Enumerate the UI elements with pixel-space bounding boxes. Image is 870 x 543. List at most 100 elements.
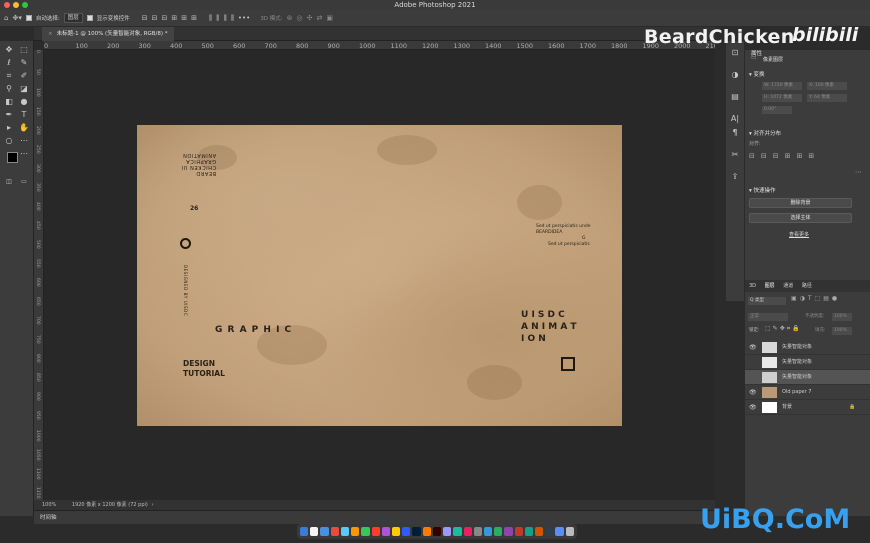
- 3d-pan-icon[interactable]: ✣: [307, 14, 313, 22]
- layer-visibility-icon[interactable]: 👁: [749, 340, 757, 355]
- move-tool-options-icon[interactable]: ✥▾: [12, 14, 21, 22]
- pen-tool-icon[interactable]: ✒: [3, 109, 15, 120]
- dock-app-icon[interactable]: [514, 527, 523, 536]
- align-middle-icon[interactable]: ⊞: [181, 14, 187, 22]
- timeline-panel-header[interactable]: 时间轴: [34, 510, 715, 524]
- show-transform-checkbox[interactable]: [86, 15, 93, 21]
- layer-filter-icons[interactable]: ▣◑T⬚▤●: [791, 295, 840, 302]
- dock-app-icon[interactable]: [310, 527, 319, 536]
- layer-filter-dropdown[interactable]: Q 类型: [748, 297, 786, 305]
- more-tools-icon[interactable]: ⋯: [18, 135, 30, 146]
- angle-field[interactable]: 0.00°: [762, 106, 792, 114]
- dock-app-icon[interactable]: [565, 527, 574, 536]
- quick-select-tool-icon[interactable]: ✎: [18, 57, 30, 68]
- path-select-tool-icon[interactable]: ▸: [3, 122, 15, 133]
- dock-app-icon[interactable]: [340, 527, 350, 536]
- 3d-roll-icon[interactable]: ◎: [297, 14, 303, 22]
- dock-app-icon[interactable]: [381, 527, 390, 536]
- crop-tool-icon[interactable]: ⌗: [3, 70, 15, 81]
- close-tab-icon[interactable]: ×: [48, 31, 53, 37]
- tab-layers[interactable]: 图层: [765, 283, 775, 289]
- foreground-color-swatch[interactable]: [7, 152, 18, 163]
- tools-preset-icon[interactable]: ✂: [729, 149, 741, 160]
- select-subject-button[interactable]: 选择主体: [749, 213, 852, 223]
- export-panel-icon[interactable]: ⇪: [729, 171, 741, 182]
- auto-select-dropdown[interactable]: 图层: [63, 13, 83, 23]
- layer-row[interactable]: 👁 矢量智能对象: [745, 340, 870, 355]
- layer-row[interactable]: 👁 Old paper 7: [745, 385, 870, 400]
- 3d-scale-icon[interactable]: ▣: [326, 14, 333, 22]
- lock-icons[interactable]: ⬚✎✥⌗🔒: [765, 325, 802, 333]
- dock-app-icon[interactable]: [504, 527, 513, 536]
- quick-actions-title[interactable]: ▾ 快速操作: [749, 186, 776, 194]
- paragraph-panel-icon[interactable]: ¶: [729, 127, 741, 138]
- dock-app-icon[interactable]: [371, 527, 380, 536]
- dock-app-icon[interactable]: [300, 527, 309, 536]
- blend-mode-dropdown[interactable]: 正常: [748, 313, 788, 321]
- width-field[interactable]: W: 1720 像素: [762, 82, 802, 90]
- lasso-tool-icon[interactable]: ℓ: [3, 57, 15, 68]
- layer-row[interactable]: 矢量智能对象: [745, 370, 870, 385]
- layer-row[interactable]: 矢量智能对象: [745, 355, 870, 370]
- dock-app-icon[interactable]: [443, 527, 452, 536]
- dock-app-icon[interactable]: [545, 527, 554, 536]
- document-info[interactable]: 1920 像素 x 1200 像素 (72 ppi): [72, 502, 148, 508]
- remove-background-button[interactable]: 删除背景: [749, 198, 852, 208]
- tab-channels[interactable]: 通道: [783, 283, 793, 289]
- distribute-icon-4[interactable]: ⫼: [231, 14, 234, 23]
- dock-app-icon[interactable]: [432, 527, 442, 536]
- distribute-icon[interactable]: ⫼: [209, 14, 212, 23]
- align-right-icon[interactable]: ⊟: [161, 14, 167, 22]
- layer-row[interactable]: 👁 背景 🔒: [745, 400, 870, 415]
- shape-tool-icon[interactable]: ○: [3, 135, 15, 146]
- dock-app-icon[interactable]: [351, 527, 360, 536]
- dock-app-icon[interactable]: [524, 527, 534, 536]
- screen-mode-icon[interactable]: ▭: [18, 176, 30, 187]
- dock-app-icon[interactable]: [330, 527, 339, 536]
- opacity-field[interactable]: 100%: [832, 313, 852, 321]
- dock-app-icon[interactable]: [391, 527, 401, 536]
- document-tab[interactable]: × 未标题-1 @ 100% (矢量智能对象, RGB/8) *: [42, 27, 174, 41]
- dock-app-icon[interactable]: [412, 527, 421, 536]
- distribute-icon-3[interactable]: ⫼: [223, 14, 226, 23]
- align-center-icon[interactable]: ⊟: [152, 14, 158, 22]
- dock-app-icon[interactable]: [453, 527, 462, 536]
- y-field[interactable]: Y: 64 像素: [807, 94, 847, 102]
- eraser-tool-icon[interactable]: ◪: [18, 83, 30, 94]
- distribute-icon-2[interactable]: ⫼: [216, 14, 219, 23]
- document-canvas-paper[interactable]: BEARD CHICKEN UI GRAPHICA ANIMATION 26 DESI…: [137, 125, 622, 426]
- fill-field[interactable]: 100%: [832, 327, 852, 335]
- home-icon[interactable]: ⌂: [4, 14, 8, 22]
- dock-app-icon[interactable]: [361, 527, 370, 536]
- zoom-level[interactable]: 100%: [42, 502, 56, 508]
- 3d-slide-icon[interactable]: ⇄: [317, 14, 323, 22]
- history-panel-icon[interactable]: ⊡: [729, 47, 741, 58]
- color-panel-icon[interactable]: ◑: [729, 69, 741, 80]
- layer-visibility-icon[interactable]: 👁: [749, 400, 757, 415]
- quick-mask-icon[interactable]: ◫: [3, 176, 15, 187]
- marquee-tool-icon[interactable]: ⬚: [18, 44, 30, 55]
- tab-3d[interactable]: 3D: [749, 283, 756, 289]
- dock-app-icon[interactable]: [320, 527, 329, 536]
- dock-app-icon[interactable]: [463, 527, 472, 536]
- move-tool-icon[interactable]: ✥: [3, 44, 15, 55]
- auto-select-checkbox[interactable]: [25, 15, 32, 21]
- tab-paths[interactable]: 路径: [802, 283, 812, 289]
- brush-tool-icon[interactable]: ✐: [18, 70, 30, 81]
- character-panel-icon[interactable]: A|: [729, 113, 741, 124]
- 3d-orbit-icon[interactable]: ⊛: [287, 14, 293, 22]
- x-field[interactable]: X: 100 像素: [807, 82, 847, 90]
- dock-app-icon[interactable]: [473, 527, 482, 536]
- burn-tool-icon[interactable]: ●: [18, 96, 30, 107]
- stamp-tool-icon[interactable]: ⚲: [3, 83, 15, 94]
- align-left-icon[interactable]: ⊟: [142, 14, 148, 22]
- minimize-window-button[interactable]: [13, 2, 19, 8]
- align-more-icon[interactable]: ⋯: [855, 168, 862, 176]
- dock-app-icon[interactable]: [422, 527, 431, 536]
- dock-app-icon[interactable]: [535, 527, 544, 536]
- info-arrow-icon[interactable]: ›: [151, 502, 153, 508]
- align-buttons-row[interactable]: ⊟⊟⊟⊞⊞⊞: [749, 152, 820, 160]
- see-more-link[interactable]: 查看更多: [789, 231, 809, 238]
- align-bottom-icon[interactable]: ⊞: [191, 14, 197, 22]
- dock-app-icon[interactable]: [555, 527, 564, 536]
